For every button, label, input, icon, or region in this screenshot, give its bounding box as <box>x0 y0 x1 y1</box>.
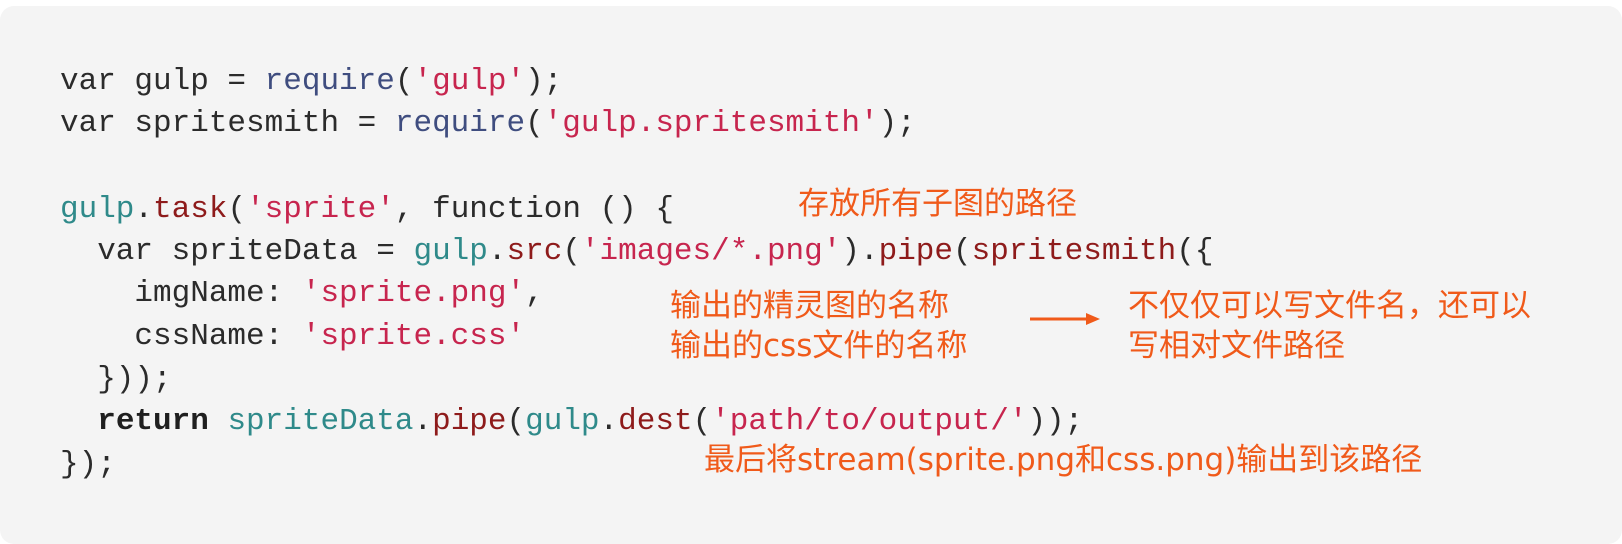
code-token: ( <box>227 192 247 227</box>
code-token: gulp <box>525 404 600 439</box>
code-token: ). <box>841 234 879 269</box>
code-token: )); <box>1027 404 1084 439</box>
code-line-4: gulp.task('sprite', function () { <box>60 190 674 230</box>
code-token: spriteData <box>227 404 414 439</box>
code-token: src <box>506 234 563 269</box>
code-token: 'sprite.css' <box>301 319 526 354</box>
code-token: ( <box>562 234 581 269</box>
code-token: 'gulp' <box>413 64 526 99</box>
code-token: ); <box>525 64 563 99</box>
code-line-10: }); <box>60 445 116 485</box>
arrow-right-icon <box>1030 313 1100 325</box>
code-token: , function () { <box>394 192 674 227</box>
code-token: spritesmith <box>971 234 1177 269</box>
code-token: ( <box>692 404 712 439</box>
code-line-9: return spriteData.pipe(gulp.dest('path/t… <box>60 402 1083 442</box>
code-token: 'sprite.png' <box>301 276 526 311</box>
code-token: var spritesmith = <box>60 106 395 141</box>
code-token: 'images/*.png' <box>580 234 842 269</box>
code-token: gulp <box>60 192 135 227</box>
annotation-relative-path-line-1: 不仅仅可以写文件名，还可以 <box>1128 288 1531 324</box>
code-token: gulp <box>413 234 488 269</box>
code-token: pipe <box>432 404 507 439</box>
code-token: ( <box>394 64 414 99</box>
annotation-relative-path-line-2: 写相对文件路径 <box>1128 328 1345 364</box>
code-token: var spriteData = <box>60 234 414 269</box>
code-token: 'path/to/output/' <box>711 404 1028 439</box>
code-token: . <box>134 192 154 227</box>
code-token: . <box>599 404 619 439</box>
annotation-src-path: 存放所有子图的路径 <box>798 186 1077 222</box>
code-line-1: var gulp = require('gulp'); <box>60 62 562 102</box>
code-token: ( <box>506 404 526 439</box>
code-token: ({ <box>1176 234 1214 269</box>
code-token: . <box>413 404 433 439</box>
code-line-2: var spritesmith = require('gulp.spritesm… <box>60 104 916 144</box>
code-token: imgName: <box>60 276 302 311</box>
code-token: return <box>97 404 209 439</box>
annotation-css-name: 输出的css文件的名称 <box>670 328 968 364</box>
code-token: }); <box>60 447 116 482</box>
annotation-img-name: 输出的精灵图的名称 <box>670 288 949 324</box>
code-token: require <box>394 106 526 141</box>
code-token: 'sprite' <box>246 192 395 227</box>
code-token: require <box>264 64 395 99</box>
code-token: })); <box>60 362 172 397</box>
code-token: dest <box>618 404 693 439</box>
code-line-8: })); <box>60 360 172 400</box>
code-token: ); <box>878 106 916 141</box>
code-token: cssName: <box>60 319 302 354</box>
code-token: ( <box>953 234 972 269</box>
code-line-7: cssName: 'sprite.css' <box>60 317 525 357</box>
code-token: , <box>525 276 544 311</box>
code-block: var gulp = require('gulp'); var spritesm… <box>0 6 1622 544</box>
code-token: pipe <box>878 234 954 269</box>
code-token: 'gulp.spritesmith' <box>543 106 879 141</box>
annotation-dest-path: 最后将stream(sprite.png和css.png)输出到该路径 <box>704 442 1423 478</box>
code-token: ( <box>525 106 544 141</box>
code-line-6: imgName: 'sprite.png', <box>60 274 544 314</box>
code-token: var gulp = <box>60 64 265 99</box>
code-token: . <box>487 234 507 269</box>
code-line-5: var spriteData = gulp.src('images/*.png'… <box>60 232 1213 272</box>
code-token: task <box>153 192 228 227</box>
